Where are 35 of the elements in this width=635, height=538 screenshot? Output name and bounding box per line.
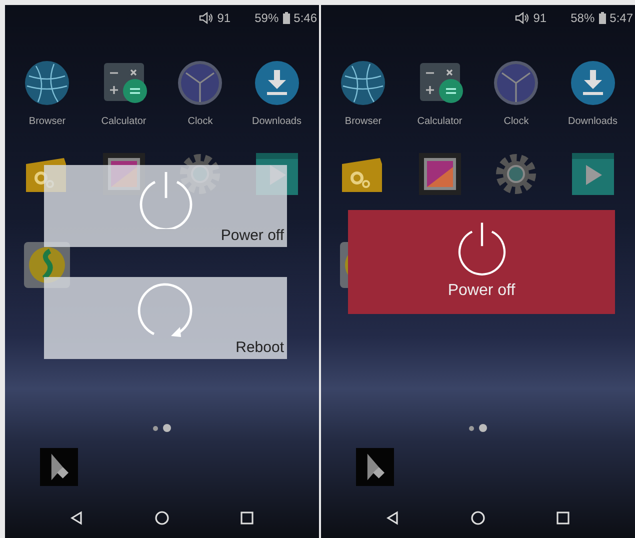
battery-icon — [282, 12, 290, 24]
video-icon[interactable] — [570, 151, 616, 197]
battery-percent: 59% — [254, 11, 279, 25]
clock-time: 5:47 — [610, 11, 633, 25]
volume-level: 91 — [533, 11, 547, 25]
power-off-option-dialog[interactable]: Power off — [348, 210, 615, 314]
clock-icon[interactable] — [493, 60, 540, 106]
battery-percent: 58% — [570, 11, 595, 25]
volume-icon — [515, 12, 530, 24]
app-label: Clock — [504, 116, 529, 128]
battery-icon — [598, 12, 606, 24]
app-label: Downloads — [252, 116, 302, 128]
app-label: Downloads — [568, 116, 618, 128]
recents-icon[interactable] — [556, 511, 570, 525]
recents-icon[interactable] — [240, 511, 254, 525]
home-icon[interactable] — [470, 511, 485, 525]
back-icon[interactable] — [386, 511, 400, 525]
reboot-option-dialog[interactable]: Reboot — [44, 277, 287, 359]
clock-time: 5:46 — [294, 11, 317, 25]
clock-icon[interactable] — [177, 60, 224, 106]
app-label: Calculator — [101, 116, 146, 128]
app-label: Browser — [344, 116, 382, 128]
back-icon[interactable] — [70, 511, 84, 525]
app-label: Clock — [188, 116, 213, 128]
globe-icon[interactable] — [340, 60, 386, 106]
power-off-option-dialog[interactable]: Power off — [44, 165, 287, 247]
app-label: Browser — [28, 116, 66, 128]
volume-icon — [199, 12, 214, 24]
volume-level: 91 — [217, 11, 231, 25]
download-icon[interactable] — [570, 60, 616, 106]
app-label: Calculator — [417, 116, 462, 128]
globe-icon[interactable] — [24, 60, 70, 106]
home-icon[interactable] — [154, 511, 169, 525]
download-icon[interactable] — [254, 60, 300, 106]
gallery-icon[interactable] — [416, 151, 463, 197]
